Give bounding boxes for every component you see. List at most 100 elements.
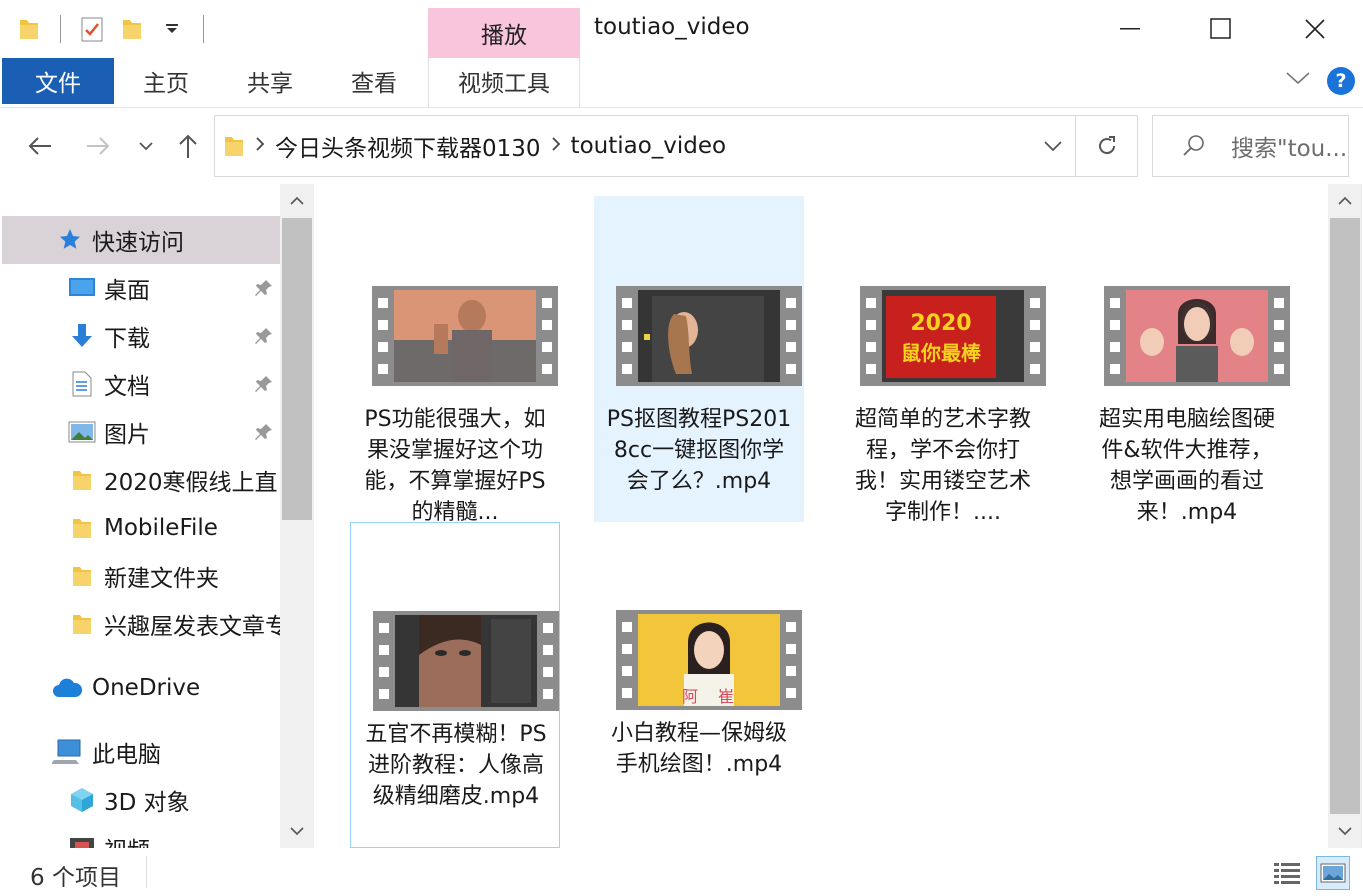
file-tile[interactable]: 阿崔 小白教程—保姆级手机绘图！.mp4 bbox=[594, 522, 804, 848]
arrow-right-icon bbox=[87, 137, 110, 155]
address-bar[interactable]: 今日头条视频下载器0130 toutiao_video bbox=[214, 115, 1138, 177]
film-sprocket-hole bbox=[543, 667, 553, 677]
desktop-icon bbox=[68, 274, 96, 302]
film-sprocket-hole bbox=[786, 666, 796, 676]
tab-video-tools[interactable]: 视频工具 bbox=[428, 58, 580, 104]
nav-item-desktop[interactable]: 桌面 bbox=[2, 264, 280, 312]
properties-icon[interactable] bbox=[77, 14, 107, 44]
nav-item-this-pc[interactable]: 此电脑 bbox=[2, 728, 280, 776]
film-sprocket-hole bbox=[1030, 364, 1040, 374]
chevron-down-icon bbox=[1044, 141, 1062, 152]
nav-item-pictures[interactable]: 图片 bbox=[2, 408, 280, 456]
help-button[interactable]: ? bbox=[1327, 67, 1355, 95]
close-button[interactable] bbox=[1268, 0, 1361, 58]
folder-icon bbox=[68, 514, 96, 542]
nav-item-downloads[interactable]: 下载 bbox=[2, 312, 280, 360]
film-sprocket-hole bbox=[786, 364, 796, 374]
status-bar: 6 个项目 bbox=[0, 848, 1363, 896]
nav-item-documents[interactable]: 文档 bbox=[2, 360, 280, 408]
file-tile[interactable]: PS功能很强大，如果没掌握好这个功能，不算掌握好PS的精髓... bbox=[350, 196, 560, 525]
video-thumbnail: 阿崔 bbox=[616, 610, 802, 710]
tab-home[interactable]: 主页 bbox=[114, 58, 218, 104]
file-tile[interactable]: 超实用电脑绘图硬件&软件大推荐，想学画画的看过来！.mp4 bbox=[1082, 196, 1292, 525]
film-sprocket-hole bbox=[1274, 320, 1284, 330]
file-name: 五官不再模糊！PS进阶教程：人像高级精细磨皮.mp4 bbox=[365, 722, 547, 809]
cloud-icon bbox=[50, 674, 84, 702]
pictures-icon bbox=[68, 418, 96, 446]
breadcrumb-separator-icon[interactable] bbox=[255, 136, 265, 156]
pin-icon bbox=[254, 278, 274, 304]
film-sprocket-hole bbox=[622, 298, 632, 308]
thumb-caption: 鼠你最棒 bbox=[901, 341, 982, 365]
scroll-up-button[interactable] bbox=[1328, 184, 1362, 218]
film-sprocket-hole bbox=[786, 298, 796, 308]
scroll-down-button[interactable] bbox=[280, 814, 314, 848]
up-button[interactable] bbox=[170, 128, 206, 164]
tab-share[interactable]: 共享 bbox=[218, 58, 322, 104]
search-input[interactable]: 搜索"tou... bbox=[1231, 129, 1347, 163]
nav-item-folder[interactable]: 兴趣屋发表文章专 bbox=[2, 600, 280, 648]
new-folder-icon[interactable] bbox=[117, 14, 147, 44]
film-sprocket-hole bbox=[379, 623, 389, 633]
forward-button[interactable] bbox=[80, 128, 116, 164]
nav-item-videos[interactable]: 视频 bbox=[2, 824, 280, 848]
film-sprocket-hole bbox=[866, 298, 876, 308]
navigation-pane: 快速访问 桌面 下载 文档 图片 2020寒假线上直 MobileFile 新建… bbox=[0, 184, 314, 848]
navigation-bar: 今日头条视频下载器0130 toutiao_video 搜索"tou... bbox=[0, 108, 1363, 184]
film-sprocket-hole bbox=[1274, 342, 1284, 352]
file-tile[interactable]: 2020 鼠你最棒 超简单的艺术字教程，学不会你打我！实用镂空艺术字制作！.... bbox=[838, 196, 1048, 525]
scroll-up-button[interactable] bbox=[280, 184, 314, 218]
chevron-down-icon bbox=[139, 142, 153, 151]
customize-dropdown-icon[interactable] bbox=[157, 14, 187, 44]
breadcrumb-segment[interactable]: 今日头条视频下载器0130 bbox=[275, 129, 541, 163]
film-sprocket-hole bbox=[1030, 298, 1040, 308]
tab-view[interactable]: 查看 bbox=[322, 58, 426, 104]
film-sprocket-hole bbox=[379, 689, 389, 699]
ribbon-expand-button[interactable] bbox=[1285, 70, 1311, 90]
nav-item-folder[interactable]: MobileFile bbox=[2, 504, 280, 552]
nav-pane-scrollbar[interactable] bbox=[280, 184, 314, 848]
film-sprocket-hole bbox=[786, 688, 796, 698]
film-sprocket-hole bbox=[1110, 342, 1120, 352]
arrow-up-icon bbox=[179, 134, 197, 158]
film-sprocket-hole bbox=[866, 364, 876, 374]
nav-item-onedrive[interactable]: OneDrive bbox=[2, 664, 280, 712]
video-thumbnail bbox=[373, 611, 559, 711]
video-frame bbox=[1126, 290, 1268, 382]
scroll-down-button[interactable] bbox=[1328, 814, 1362, 848]
file-tile-focused[interactable]: 五官不再模糊！PS进阶教程：人像高级精细磨皮.mp4 bbox=[350, 522, 560, 848]
breadcrumb-segment[interactable]: toutiao_video bbox=[571, 133, 727, 159]
refresh-icon bbox=[1098, 136, 1115, 155]
nav-item-folder[interactable]: 2020寒假线上直 bbox=[2, 456, 280, 504]
nav-item-folder[interactable]: 新建文件夹 bbox=[2, 552, 280, 600]
maximize-button[interactable] bbox=[1174, 0, 1267, 58]
nav-item-3d-objects[interactable]: 3D 对象 bbox=[2, 776, 280, 824]
video-thumbnail bbox=[372, 286, 558, 386]
nav-item-quick-access[interactable]: 快速访问 bbox=[2, 216, 280, 264]
film-sprocket-hole bbox=[542, 298, 552, 308]
recent-locations-button[interactable] bbox=[128, 128, 164, 164]
film-sprocket-hole bbox=[543, 689, 553, 699]
tab-file[interactable]: 文件 bbox=[2, 58, 114, 104]
scroll-thumb[interactable] bbox=[282, 218, 312, 520]
film-sprocket-hole bbox=[1110, 320, 1120, 330]
scroll-thumb[interactable] bbox=[1330, 218, 1360, 814]
content-scrollbar[interactable] bbox=[1328, 184, 1362, 848]
refresh-button[interactable] bbox=[1075, 116, 1137, 176]
film-sprocket-hole bbox=[622, 644, 632, 654]
file-tile-selected[interactable]: PS抠图教程PS2018cc一键抠图你学会了么？.mp4 bbox=[594, 196, 804, 522]
minimize-button[interactable] bbox=[1084, 0, 1177, 58]
file-name: 超实用电脑绘图硬件&软件大推荐，想学画画的看过来！.mp4 bbox=[1098, 407, 1275, 525]
details-view-button[interactable] bbox=[1270, 856, 1304, 890]
breadcrumb-separator-icon[interactable] bbox=[551, 136, 561, 156]
folder-icon bbox=[223, 133, 245, 159]
thumb-caption: 2020 bbox=[910, 311, 971, 336]
back-button[interactable] bbox=[22, 128, 58, 164]
folder-icon[interactable] bbox=[14, 14, 44, 44]
address-history-button[interactable] bbox=[1031, 116, 1075, 176]
file-name: PS功能很强大，如果没掌握好这个功能，不算掌握好PS的精髓... bbox=[364, 407, 546, 525]
film-sprocket-hole bbox=[1030, 320, 1040, 330]
large-icons-view-button[interactable] bbox=[1316, 856, 1350, 890]
thumb-caption: 阿 bbox=[682, 687, 698, 706]
search-box[interactable]: 搜索"tou... bbox=[1152, 115, 1349, 177]
